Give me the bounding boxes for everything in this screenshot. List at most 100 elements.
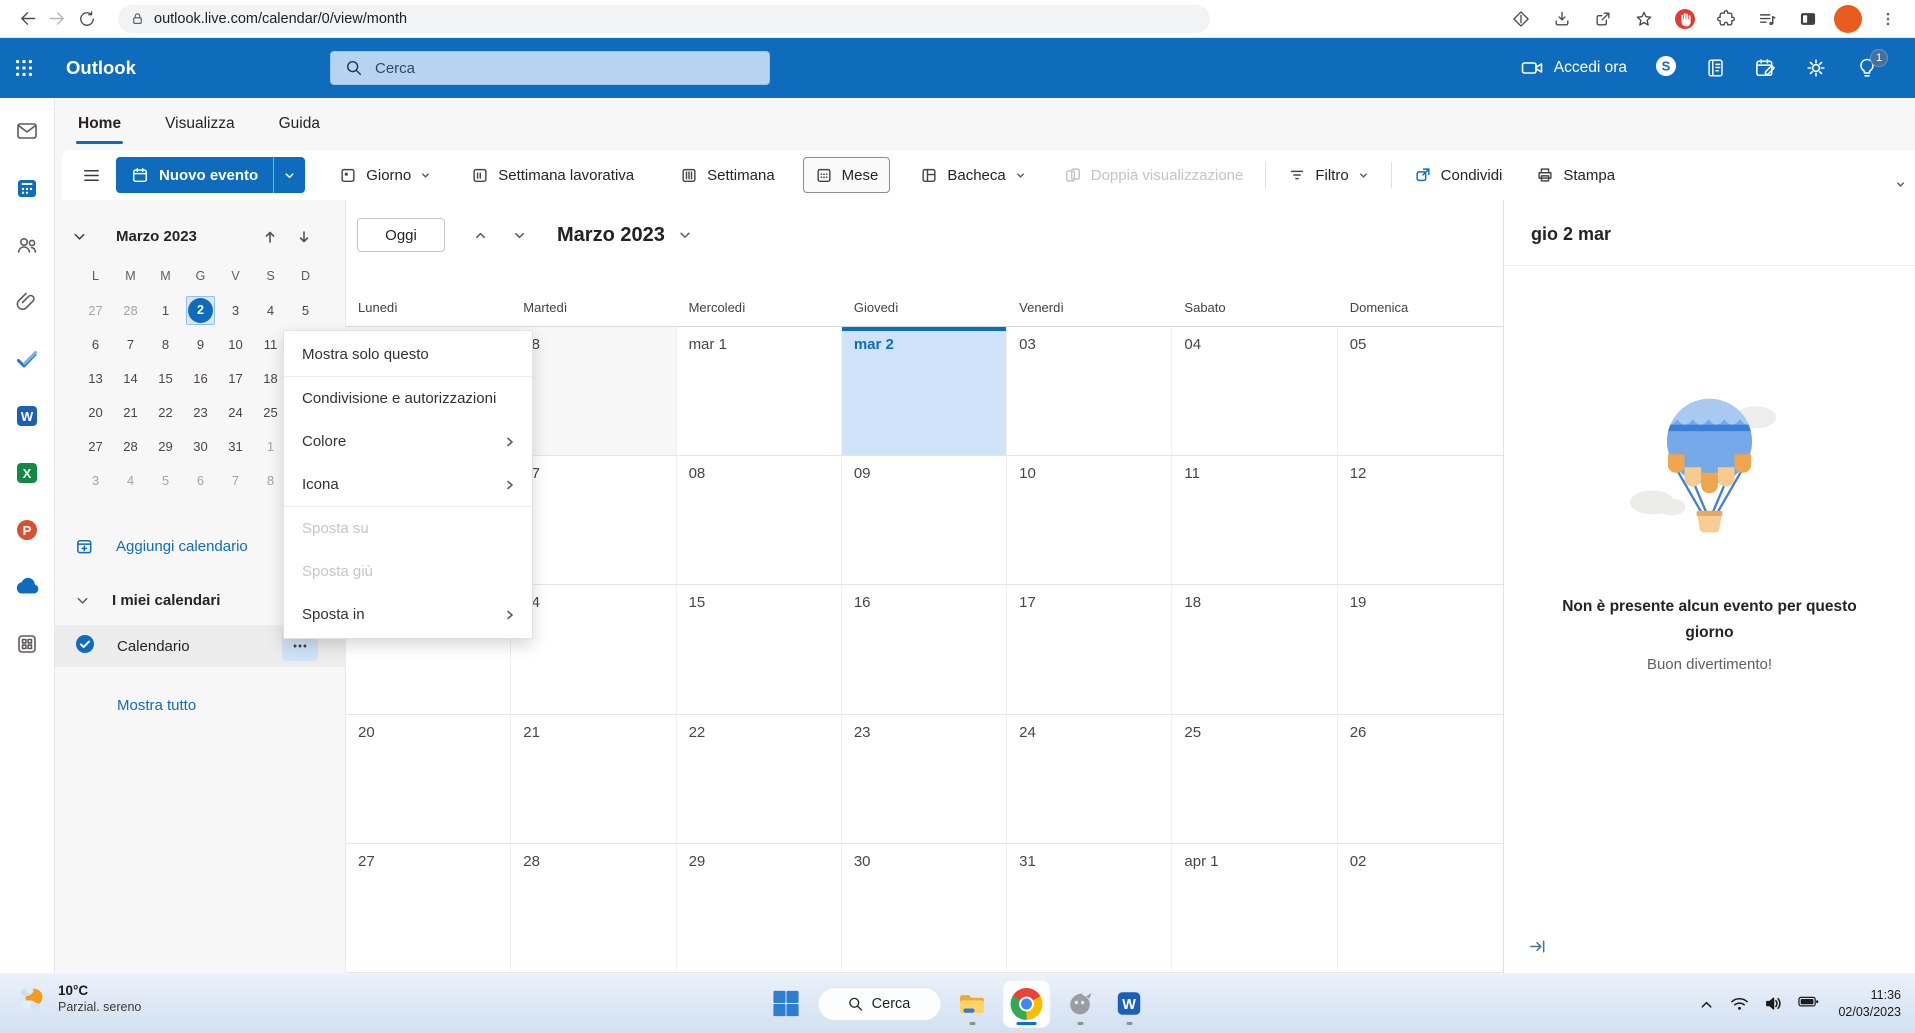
- calendar-day-cell[interactable]: mar 1: [677, 327, 842, 456]
- mini-calendar-day[interactable]: 8: [148, 327, 183, 361]
- extensions-puzzle-icon[interactable]: [1711, 4, 1741, 34]
- address-bar[interactable]: outlook.live.com/calendar/0/view/month: [118, 5, 1210, 33]
- calendar-day-cell[interactable]: 02: [1338, 844, 1503, 973]
- tab-guida[interactable]: Guida: [279, 98, 320, 150]
- next-month-chevron-icon[interactable]: [512, 218, 527, 252]
- calendar-day-cell[interactable]: 18: [1172, 585, 1337, 714]
- collapse-ribbon-chevron-icon[interactable]: [1894, 178, 1907, 191]
- mini-calendar-day[interactable]: 6: [183, 463, 218, 497]
- view-work-week-button[interactable]: Settimana lavorativa: [459, 157, 646, 193]
- calendar-day-cell[interactable]: 04: [1172, 327, 1337, 456]
- settings-gear-icon[interactable]: [1804, 56, 1828, 80]
- mini-calendar-day[interactable]: 27: [78, 429, 113, 463]
- calendar-day-cell[interactable]: 08: [677, 456, 842, 585]
- calendar-day-cell[interactable]: 20: [346, 715, 511, 844]
- mini-calendar-day[interactable]: 7: [113, 327, 148, 361]
- battery-icon[interactable]: [1798, 994, 1819, 1014]
- download-icon[interactable]: [1547, 4, 1577, 34]
- calendar-day-cell[interactable]: 30: [842, 844, 1007, 973]
- calendar-day-cell[interactable]: 28: [511, 844, 676, 973]
- calendar-day-cell[interactable]: 22: [677, 715, 842, 844]
- mini-calendar-day[interactable]: 5: [148, 463, 183, 497]
- context-menu-item[interactable]: Icona: [284, 463, 532, 506]
- calendar-day-cell[interactable]: 10: [1007, 456, 1172, 585]
- context-menu-item[interactable]: Sposta in: [284, 593, 532, 636]
- calendar-day-cell[interactable]: apr 1: [1172, 844, 1337, 973]
- mini-calendar-prev-arrow-icon[interactable]: [263, 230, 277, 244]
- tab-visualizza[interactable]: Visualizza: [165, 98, 235, 150]
- filter-button[interactable]: Filtro: [1276, 157, 1380, 193]
- calendar-day-cell[interactable]: 28: [511, 327, 676, 456]
- playlist-icon[interactable]: [1752, 4, 1782, 34]
- mini-calendar-day[interactable]: 7: [218, 463, 253, 497]
- word-taskbar-button[interactable]: W: [1111, 981, 1147, 1027]
- mail-icon[interactable]: [14, 118, 40, 144]
- calendar-day-cell[interactable]: 07: [511, 456, 676, 585]
- mini-calendar-next-arrow-icon[interactable]: [297, 230, 311, 244]
- view-week-button[interactable]: Settimana: [668, 157, 787, 193]
- calendar-day-cell[interactable]: 11: [1172, 456, 1337, 585]
- mini-calendar-day[interactable]: 9: [183, 327, 218, 361]
- mini-calendar-day[interactable]: 17: [218, 361, 253, 395]
- mini-calendar-day[interactable]: 28: [113, 293, 148, 327]
- mini-calendar-day[interactable]: 29: [148, 429, 183, 463]
- more-apps-icon[interactable]: [14, 631, 40, 657]
- mini-calendar-collapse-chevron-icon[interactable]: [72, 229, 87, 244]
- print-button[interactable]: Stampa: [1524, 157, 1627, 193]
- share-calendar-button[interactable]: Condividi: [1402, 157, 1515, 193]
- tips-lightbulb-icon[interactable]: 1: [1855, 56, 1879, 80]
- tab-home[interactable]: Home: [78, 98, 121, 150]
- calendar-icon[interactable]: [14, 175, 40, 201]
- taskbar-weather-widget[interactable]: 10°C Parzial. sereno: [18, 983, 141, 1016]
- open-day-view-dock-icon[interactable]: [1528, 937, 1547, 956]
- calendar-day-cell[interactable]: 15: [677, 585, 842, 714]
- onenote-feed-icon[interactable]: [1705, 57, 1727, 79]
- reading-mode-icon[interactable]: [1506, 4, 1536, 34]
- profile-avatar[interactable]: [1834, 5, 1862, 33]
- new-event-dropdown[interactable]: [273, 157, 305, 193]
- mini-calendar-day[interactable]: 24: [218, 395, 253, 429]
- mini-calendar-day[interactable]: 3: [78, 463, 113, 497]
- calendar-day-cell[interactable]: 31: [1007, 844, 1172, 973]
- calendar-day-cell[interactable]: 03: [1007, 327, 1172, 456]
- taskbar-search-button[interactable]: Cerca: [817, 987, 941, 1021]
- bookmark-star-icon[interactable]: [1629, 4, 1659, 34]
- back-icon[interactable]: [12, 4, 42, 34]
- mini-calendar-day[interactable]: 4: [253, 293, 288, 327]
- calendar-day-cell[interactable]: 27: [346, 844, 511, 973]
- mini-calendar-day[interactable]: 27: [78, 293, 113, 327]
- calendar-day-cell[interactable]: 14: [511, 585, 676, 714]
- mini-calendar-day[interactable]: 28: [113, 429, 148, 463]
- calendar-day-cell[interactable]: 25: [1172, 715, 1337, 844]
- calendar-day-cell[interactable]: 05: [1338, 327, 1503, 456]
- forward-icon[interactable]: [42, 4, 72, 34]
- wifi-icon[interactable]: [1730, 995, 1749, 1012]
- mini-calendar-day[interactable]: 20: [78, 395, 113, 429]
- browser-menu-kebab-icon[interactable]: [1873, 4, 1903, 34]
- mini-calendar-day[interactable]: 3: [218, 293, 253, 327]
- calendar-pen-icon[interactable]: [1754, 57, 1777, 80]
- powerpoint-icon[interactable]: P: [14, 517, 40, 543]
- mini-calendar-day[interactable]: 31: [218, 429, 253, 463]
- attachments-paperclip-icon[interactable]: [14, 289, 40, 315]
- file-explorer-button[interactable]: [954, 981, 990, 1027]
- calendar-day-cell[interactable]: 21: [511, 715, 676, 844]
- skype-icon[interactable]: S: [1654, 54, 1678, 83]
- mini-calendar-day[interactable]: 6: [78, 327, 113, 361]
- volume-icon[interactable]: [1764, 995, 1783, 1012]
- onedrive-icon[interactable]: [14, 574, 40, 600]
- calendar-day-cell[interactable]: mar 2: [842, 327, 1007, 456]
- calendar-day-cell[interactable]: 29: [677, 844, 842, 973]
- month-label-dropdown[interactable]: Marzo 2023: [557, 218, 692, 252]
- mini-calendar-day[interactable]: 5: [288, 293, 323, 327]
- mini-calendar-title[interactable]: Marzo 2023: [116, 228, 197, 245]
- prev-month-chevron-icon[interactable]: [473, 218, 488, 252]
- calendar-day-cell[interactable]: 19: [1338, 585, 1503, 714]
- calendar-day-cell[interactable]: 26: [1338, 715, 1503, 844]
- app-launcher-waffle-icon[interactable]: [0, 38, 48, 98]
- mini-calendar-day[interactable]: 23: [183, 395, 218, 429]
- mini-calendar-day[interactable]: 10: [218, 327, 253, 361]
- mini-calendar-day[interactable]: 21: [113, 395, 148, 429]
- start-button[interactable]: [768, 981, 804, 1027]
- today-button[interactable]: Oggi: [357, 218, 445, 252]
